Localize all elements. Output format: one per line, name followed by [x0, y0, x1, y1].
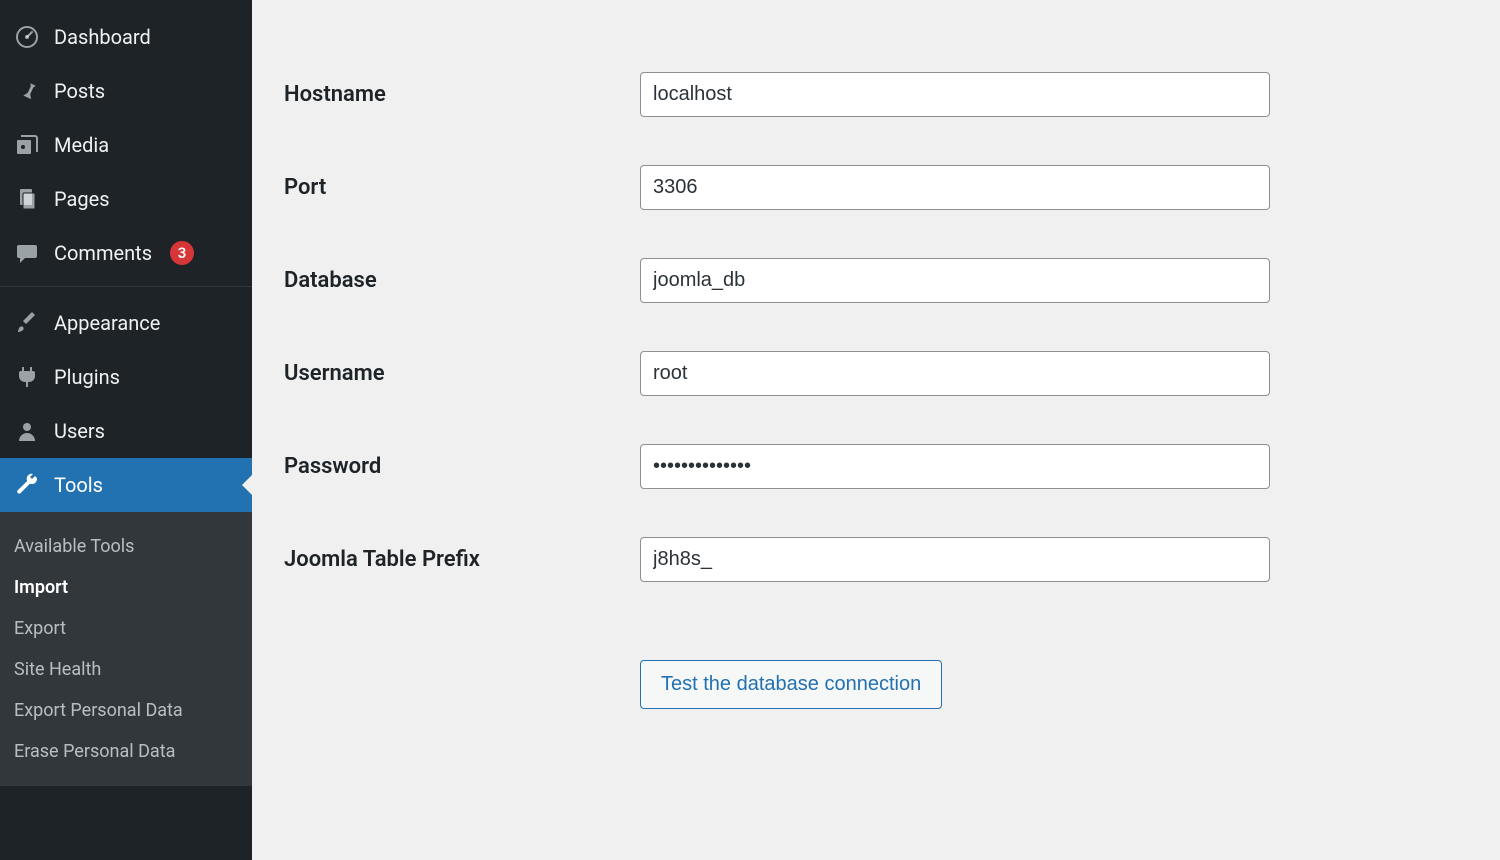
comment-icon [14, 240, 40, 266]
pin-icon [14, 78, 40, 104]
sidebar-item-label: Comments [54, 241, 152, 265]
dashboard-icon [14, 24, 40, 50]
media-icon [14, 132, 40, 158]
submenu-item-erase-personal-data[interactable]: Erase Personal Data [0, 731, 252, 772]
database-input[interactable] [640, 258, 1270, 303]
sidebar-item-label: Pages [54, 187, 110, 211]
username-label: Username [284, 361, 385, 386]
comments-count-badge: 3 [170, 241, 194, 265]
hostname-input[interactable] [640, 72, 1270, 117]
sidebar-item-label: Dashboard [54, 25, 151, 49]
admin-sidebar: Dashboard Posts Media Pages Comments 3 A… [0, 0, 252, 860]
username-input[interactable] [640, 351, 1270, 396]
row-port: Port [280, 141, 1300, 234]
sidebar-submenu-tools: Available Tools Import Export Site Healt… [0, 512, 252, 786]
sidebar-item-label: Users [54, 419, 105, 443]
port-label: Port [284, 175, 326, 200]
test-connection-button[interactable]: Test the database connection [640, 660, 942, 709]
user-icon [14, 418, 40, 444]
sidebar-item-tools[interactable]: Tools [0, 458, 252, 512]
sidebar-item-comments[interactable]: Comments 3 [0, 226, 252, 280]
submenu-item-available-tools[interactable]: Available Tools [0, 526, 252, 567]
hostname-label: Hostname [284, 82, 386, 107]
sidebar-item-label: Media [54, 133, 109, 157]
submenu-item-import[interactable]: Import [0, 567, 252, 608]
submenu-item-site-health[interactable]: Site Health [0, 649, 252, 690]
row-prefix: Joomla Table Prefix [280, 513, 1300, 606]
sidebar-item-label: Appearance [54, 311, 160, 335]
connection-form: Hostname Port Database Username Password… [280, 48, 1300, 733]
sidebar-item-users[interactable]: Users [0, 404, 252, 458]
page-icon [14, 186, 40, 212]
sidebar-item-label: Posts [54, 79, 105, 103]
database-label: Database [284, 268, 377, 293]
sidebar-item-label: Tools [54, 473, 103, 497]
row-database: Database [280, 234, 1300, 327]
sidebar-item-appearance[interactable]: Appearance [0, 296, 252, 350]
sidebar-item-plugins[interactable]: Plugins [0, 350, 252, 404]
menu-separator [0, 286, 252, 296]
password-input[interactable] [640, 444, 1270, 489]
plug-icon [14, 364, 40, 390]
main-content: Hostname Port Database Username Password… [252, 0, 1500, 860]
sidebar-item-dashboard[interactable]: Dashboard [0, 10, 252, 64]
row-action: Test the database connection [280, 606, 1300, 733]
sidebar-item-media[interactable]: Media [0, 118, 252, 172]
brush-icon [14, 310, 40, 336]
sidebar-item-label: Plugins [54, 365, 120, 389]
prefix-label: Joomla Table Prefix [284, 547, 480, 572]
row-username: Username [280, 327, 1300, 420]
port-input[interactable] [640, 165, 1270, 210]
sidebar-item-pages[interactable]: Pages [0, 172, 252, 226]
submenu-item-export-personal-data[interactable]: Export Personal Data [0, 690, 252, 731]
row-hostname: Hostname [280, 48, 1300, 141]
sidebar-item-posts[interactable]: Posts [0, 64, 252, 118]
prefix-input[interactable] [640, 537, 1270, 582]
wrench-icon [14, 472, 40, 498]
submenu-item-export[interactable]: Export [0, 608, 252, 649]
row-password: Password [280, 420, 1300, 513]
password-label: Password [284, 454, 381, 479]
